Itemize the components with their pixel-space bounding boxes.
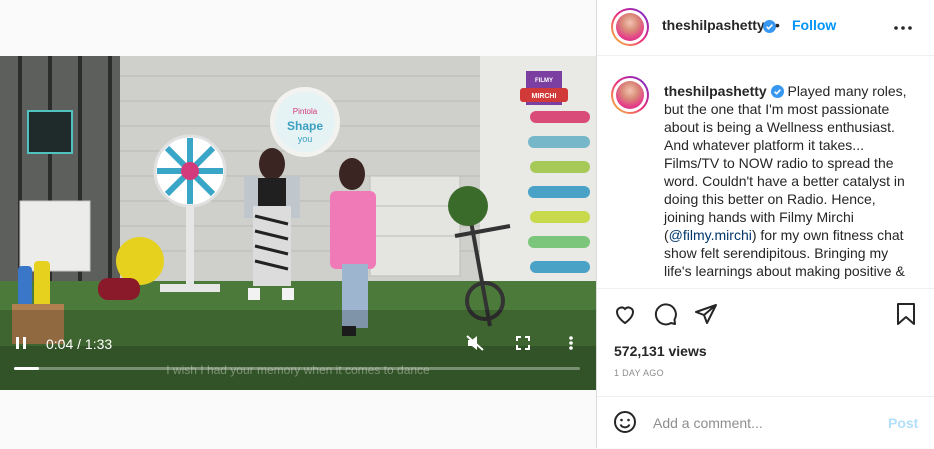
post-header: theshilpashetty • Follow bbox=[597, 0, 934, 56]
post-actions: 572,131 views 1 DAY AGO bbox=[597, 288, 934, 397]
like-heart-icon[interactable] bbox=[613, 302, 637, 326]
svg-text:MIRCHI: MIRCHI bbox=[532, 93, 557, 100]
video-subtitle: I wish I had your memory when it comes t… bbox=[166, 363, 430, 377]
avatar[interactable] bbox=[611, 8, 649, 46]
comment-icon[interactable] bbox=[654, 302, 678, 326]
duration: 1:33 bbox=[84, 336, 113, 352]
add-comment-bar: Add a comment... Post bbox=[597, 396, 934, 449]
caption-username[interactable]: theshilpashetty bbox=[664, 83, 767, 99]
svg-text:Pintola: Pintola bbox=[293, 107, 318, 116]
header-separator: • bbox=[775, 17, 780, 33]
emoji-icon[interactable] bbox=[613, 410, 637, 434]
view-count[interactable]: 572,131 views bbox=[614, 343, 707, 359]
svg-text:you: you bbox=[298, 134, 313, 144]
caption-text-1: Played many roles, but the one that I'm … bbox=[664, 83, 907, 243]
svg-text:FILMY: FILMY bbox=[535, 78, 553, 84]
post-timestamp[interactable]: 1 DAY AGO bbox=[614, 368, 664, 378]
header-username[interactable]: theshilpashetty bbox=[662, 17, 765, 33]
share-icon[interactable] bbox=[694, 302, 718, 326]
post-caption: theshilpashetty Played many roles, but t… bbox=[664, 82, 916, 280]
comment-input[interactable]: Add a comment... bbox=[653, 415, 763, 431]
instagram-post: Pintola Shape you MIRCHI FILMY 0:04 / 1:… bbox=[0, 0, 934, 448]
follow-button[interactable]: Follow bbox=[792, 17, 836, 33]
fullscreen-icon[interactable] bbox=[516, 336, 530, 350]
media-area: Pintola Shape you MIRCHI FILMY 0:04 / 1:… bbox=[0, 0, 596, 448]
more-options-icon[interactable] bbox=[894, 26, 912, 30]
post-comment-button[interactable]: Post bbox=[888, 415, 918, 431]
svg-text:Shape: Shape bbox=[287, 119, 323, 133]
caption-mention-link[interactable]: @filmy.mirchi bbox=[669, 227, 752, 243]
pause-icon[interactable] bbox=[14, 336, 28, 350]
mute-icon[interactable] bbox=[466, 335, 484, 351]
caption-avatar[interactable] bbox=[611, 76, 649, 114]
save-bookmark-icon[interactable] bbox=[895, 302, 917, 326]
post-side-panel: theshilpashetty • Follow theshilpashetty bbox=[596, 0, 934, 448]
video-time: 0:04 / 1:33 bbox=[46, 336, 113, 352]
caption-verified-badge-icon bbox=[770, 85, 784, 98]
current-time: 0:04 bbox=[46, 336, 74, 352]
video-more-icon[interactable] bbox=[568, 335, 574, 351]
comments-area: theshilpashetty Played many roles, but t… bbox=[597, 56, 934, 288]
